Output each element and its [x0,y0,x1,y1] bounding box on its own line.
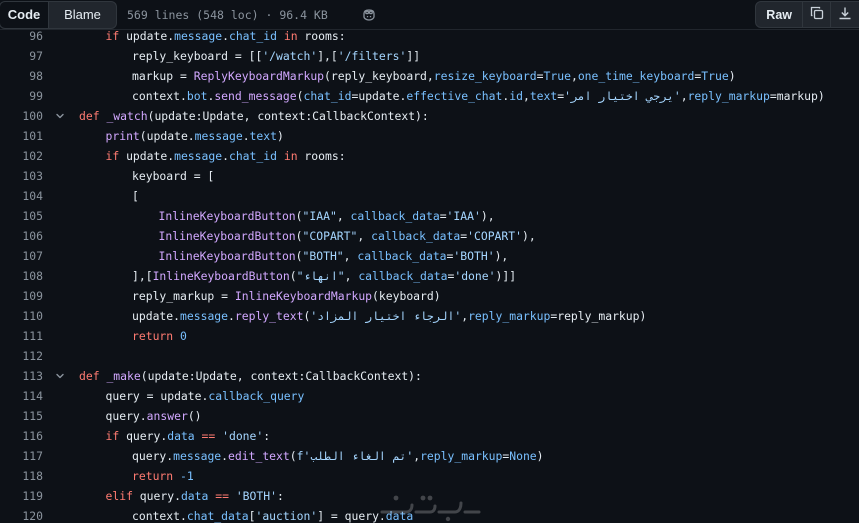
code-text: def _watch(update:Update, context:Callba… [79,109,429,123]
code-line: 113 def _make(update:Update, context:Call… [0,366,859,386]
copy-icon [809,5,825,25]
download-button[interactable] [831,1,859,28]
code-line: 107 InlineKeyboardButton("BOTH", callback… [0,246,859,266]
line-number[interactable]: 115 [0,406,43,426]
line-number[interactable]: 98 [0,66,43,86]
code-line: 115 query.answer() [0,406,859,426]
line-number[interactable]: 118 [0,466,43,486]
code-text: if update.message.chat_id in rooms: [105,30,346,43]
line-number[interactable]: 105 [0,206,43,226]
code-text: reply_keyboard = [['/watch'],['/filters'… [132,49,421,63]
code-line: 111 return 0 [0,326,859,346]
line-number[interactable]: 102 [0,146,43,166]
line-number[interactable]: 100 [0,106,43,126]
download-icon [837,5,853,25]
code-line: 102 if update.message.chat_id in rooms: [0,146,859,166]
code-text: if update.message.chat_id in rooms: [105,149,346,163]
code-text: if query.data == 'done': [105,429,271,443]
code-line: 100 def _watch(update:Update, context:Cal… [0,106,859,126]
line-number[interactable]: 99 [0,86,43,106]
code-text: update.message.reply_text('الرجاء اختيار… [132,309,647,323]
code-line: 109 reply_markup = InlineKeyboardMarkup(k… [0,286,859,306]
code-text: InlineKeyboardButton("BOTH", callback_da… [158,249,509,263]
code-text: print(update.message.text) [105,129,284,143]
code-text: reply_markup = InlineKeyboardMarkup(keyb… [132,289,441,303]
line-number[interactable]: 111 [0,326,43,346]
file-actions: Raw [755,1,859,28]
code-line: 96 if update.message.chat_id in rooms: [0,30,859,46]
code-text: def _make(update:Update, context:Callbac… [79,369,422,383]
code-line: 98 markup = ReplyKeyboardMarkup(reply_key… [0,66,859,86]
code-line: 118 return -1 [0,466,859,486]
line-number[interactable]: 101 [0,126,43,146]
file-info: 569 lines (548 loc) · 96.4 KB [127,7,328,22]
code-text: return 0 [132,329,187,343]
code-line: 97 reply_keyboard = [['/watch'],['/filter… [0,46,859,66]
blame-tab[interactable]: Blame [49,0,117,29]
code-text: query.answer() [105,409,202,423]
code-line: 99 context.bot.send_message(chat_id=updat… [0,86,859,106]
raw-button[interactable]: Raw [755,1,803,28]
code-line: 116 if query.data == 'done': [0,426,859,446]
line-number[interactable]: 112 [0,346,43,366]
code-line: 105 InlineKeyboardButton("IAA", callback_… [0,206,859,226]
line-number[interactable]: 97 [0,46,43,66]
line-number[interactable]: 113 [0,366,43,386]
code-text: return -1 [132,469,194,483]
line-number[interactable]: 104 [0,186,43,206]
code-text: context.bot.send_message(chat_id=update.… [132,89,825,103]
line-number[interactable]: 119 [0,486,43,506]
code-text: query.message.edit_text(f'تم الغاء الطلب… [132,449,544,463]
line-number[interactable]: 107 [0,246,43,266]
line-number[interactable]: 106 [0,226,43,246]
code-line: 110 update.message.reply_text('الرجاء اخت… [0,306,859,326]
line-number[interactable]: 120 [0,506,43,523]
copy-raw-button[interactable] [803,1,831,28]
code-view: 96 if update.message.chat_id in rooms: 97 r… [0,30,859,523]
code-line: 117 query.message.edit_text(f'تم الغاء ال… [0,446,859,466]
code-text: [ [132,189,139,203]
line-number[interactable]: 116 [0,426,43,446]
line-number[interactable]: 96 [0,30,43,46]
chevron-down-icon[interactable] [53,106,67,126]
line-number[interactable]: 109 [0,286,43,306]
code-tab[interactable]: Code [0,0,49,29]
line-number[interactable]: 110 [0,306,43,326]
chevron-down-icon[interactable] [53,366,67,386]
copilot-icon[interactable] [360,6,378,24]
code-line: 101 print(update.message.text) [0,126,859,146]
view-toggle: Code Blame [0,0,117,30]
code-line: 112 [0,346,859,366]
code-line: 106 InlineKeyboardButton("COPART", callba… [0,226,859,246]
code-text: ],[InlineKeyboardButton("انهاء", callbac… [132,269,517,283]
code-line: 114 query = update.callback_query [0,386,859,406]
line-number[interactable]: 108 [0,266,43,286]
khamsat-watermark-logo [380,495,481,522]
code-text: InlineKeyboardButton("COPART", callback_… [158,229,536,243]
code-text: query = update.callback_query [105,389,305,403]
code-text: InlineKeyboardButton("IAA", callback_dat… [158,209,495,223]
line-number[interactable]: 114 [0,386,43,406]
code-text: markup = ReplyKeyboardMarkup(reply_keybo… [132,69,736,83]
code-line: 104 [ [0,186,859,206]
code-text: context.chat_data['auction'] = query.dat… [132,509,414,523]
line-number[interactable]: 117 [0,446,43,466]
code-text: elif query.data == 'BOTH': [105,489,284,503]
code-text: keyboard = [ [132,169,215,183]
line-number[interactable]: 103 [0,166,43,186]
file-toolbar: Code Blame 569 lines (548 loc) · 96.4 KB… [0,0,859,30]
code-line: 108 ],[InlineKeyboardButton("انهاء", call… [0,266,859,286]
code-line: 103 keyboard = [ [0,166,859,186]
